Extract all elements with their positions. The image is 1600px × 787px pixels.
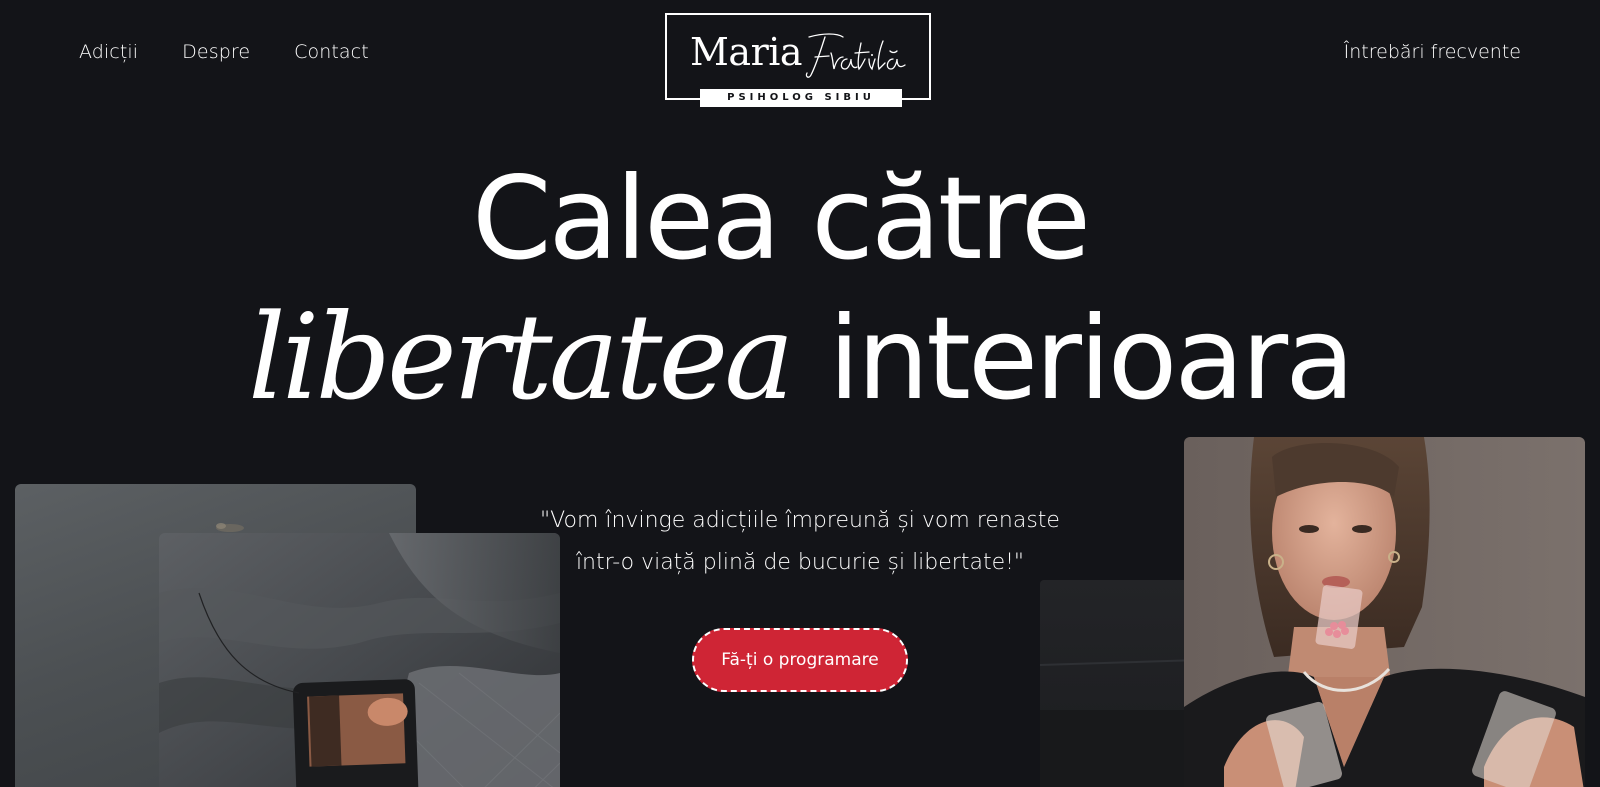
- hero-heading-regular-text: interioara: [828, 292, 1355, 425]
- logo-name: Maria: [690, 30, 803, 74]
- primary-nav: Adicții Despre Contact: [79, 41, 369, 63]
- nav-link-despre[interactable]: Despre: [182, 41, 250, 63]
- book-appointment-button[interactable]: Fă-ți o programare: [692, 628, 908, 692]
- hero-heading-italic-word: libertatea: [248, 288, 795, 426]
- nav-link-faq[interactable]: Întrebări frecvente: [1344, 41, 1521, 63]
- nav-link-adictii[interactable]: Adicții: [79, 41, 138, 63]
- logo-script-signature: [805, 33, 906, 78]
- hero-heading-line1: Calea către: [0, 162, 1600, 276]
- hero-quote: "Vom învinge adicțiile împreună și vom r…: [520, 500, 1080, 584]
- secondary-nav: Întrebări frecvente: [1344, 41, 1521, 63]
- bed-with-tablet-photo: [159, 533, 560, 787]
- site-logo[interactable]: Maria PSIHOLOG SIBIU: [665, 13, 931, 107]
- hero-quote-line2: într-o viață plină de bucurie și liberta…: [575, 550, 1025, 575]
- bed-photo-graphic: [159, 533, 560, 787]
- hero-heading-line1-text: Calea către: [471, 152, 1091, 285]
- dark-room-photo: [1040, 580, 1200, 787]
- nav-link-contact[interactable]: Contact: [294, 41, 369, 63]
- hero-heading-regular-word: interioara: [795, 292, 1355, 425]
- dark-room-graphic: [1040, 659, 1200, 787]
- hero-quote-line1: "Vom învinge adicțiile împreună și vom r…: [540, 508, 1060, 533]
- hero-heading-line2: libertatea interioara: [0, 298, 1600, 416]
- logo-tagline: PSIHOLOG SIBIU: [700, 89, 902, 107]
- woman-photo-graphic: [1184, 437, 1585, 787]
- page: Adicții Despre Contact Maria PSIHOLOG SI…: [0, 0, 1600, 787]
- woman-with-pills-photo: [1184, 437, 1585, 787]
